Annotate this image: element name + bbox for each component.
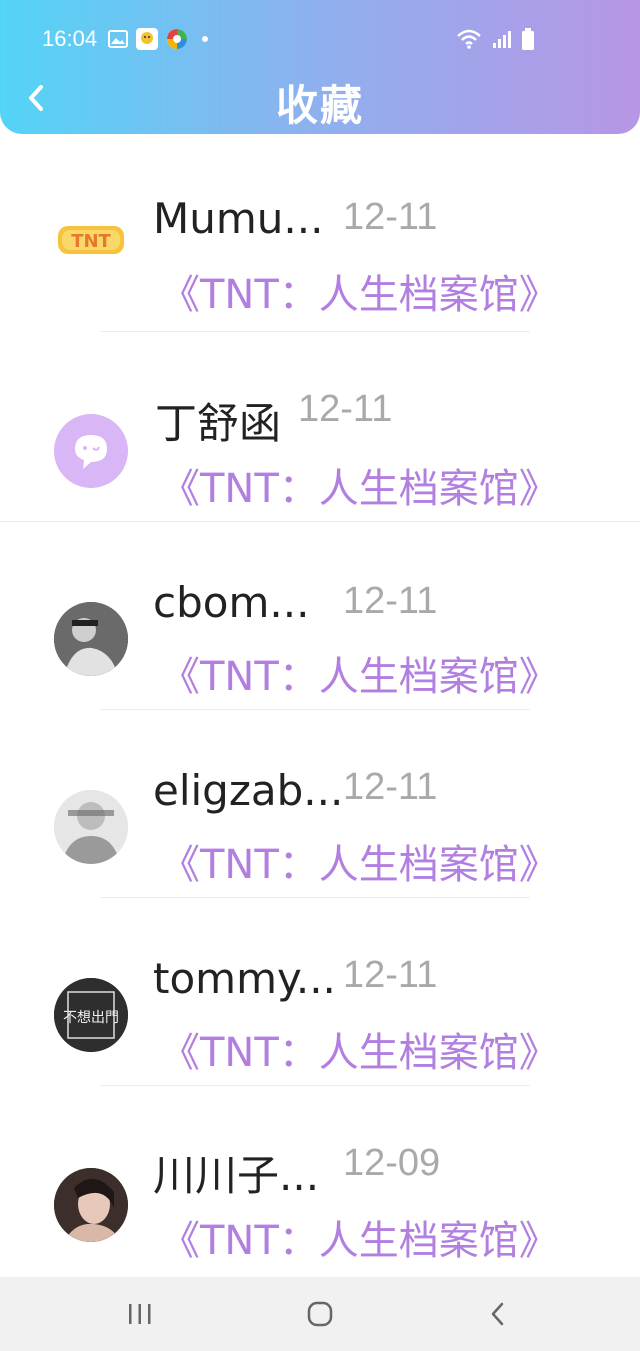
image-icon: [108, 30, 128, 48]
recent-apps-button[interactable]: [100, 1277, 180, 1351]
battery-icon: [522, 28, 534, 50]
home-icon: [307, 1301, 333, 1327]
avatar[interactable]: TNT: [54, 202, 128, 276]
item-name: 川川子...: [153, 1151, 320, 1200]
item-name: tommy...: [153, 954, 336, 1003]
list-item[interactable]: cbom... 12-11 《TNT：人生档案馆》: [0, 522, 640, 710]
item-date: 12-11: [298, 388, 393, 430]
item-date: 12-11: [343, 766, 438, 808]
item-link[interactable]: 《TNT：人生档案馆》: [160, 832, 559, 890]
status-system-icons: [456, 28, 534, 50]
item-link[interactable]: 《TNT：人生档案馆》: [160, 1208, 559, 1266]
system-navigation-bar: [0, 1277, 640, 1351]
item-name: Mumu...: [153, 194, 324, 243]
home-button[interactable]: [280, 1277, 360, 1351]
item-date: 12-11: [343, 196, 438, 238]
system-back-button[interactable]: [458, 1277, 538, 1351]
favorites-list: TNT Mumu... 12-11 《TNT：人生档案馆》 丁舒函 12-11 …: [0, 150, 640, 1278]
item-date: 12-09: [343, 1142, 441, 1184]
wifi-icon: [457, 29, 481, 49]
item-name: eligzab...: [153, 766, 344, 815]
poster-avatar-image: 不想出門: [54, 978, 128, 1052]
chat-app-icon: [136, 28, 158, 50]
avatar[interactable]: [54, 1168, 128, 1242]
list-item[interactable]: 川川子... 12-09 《TNT：人生档案馆》: [0, 1086, 640, 1278]
browser-app-icon: [167, 29, 187, 49]
recent-apps-icon: [129, 1304, 151, 1324]
svg-text:TNT: TNT: [71, 231, 111, 252]
list-item[interactable]: TNT Mumu... 12-11 《TNT：人生档案馆》: [0, 150, 640, 332]
item-link[interactable]: 《TNT：人生档案馆》: [160, 262, 559, 320]
list-item[interactable]: 丁舒函 12-11 《TNT：人生档案馆》: [0, 332, 640, 522]
user-photo-avatar-image: [54, 1168, 128, 1242]
item-date: 12-11: [343, 954, 438, 996]
back-arrow-icon: [491, 1302, 504, 1326]
list-item[interactable]: 不想出門 tommy... 12-11 《TNT：人生档案馆》: [0, 898, 640, 1086]
chat-bubble-icon: [75, 435, 107, 469]
item-date: 12-11: [343, 580, 438, 622]
list-item[interactable]: eligzab... 12-11 《TNT：人生档案馆》: [0, 710, 640, 898]
app-header: 16:04 收藏: [0, 0, 640, 134]
svg-text:不想出門: 不想出門: [63, 1010, 119, 1026]
status-notification-icons: [108, 28, 208, 50]
user-photo-avatar-image: [54, 790, 128, 864]
item-link[interactable]: 《TNT：人生档案馆》: [160, 456, 559, 514]
tnt-logo-avatar-image: TNT: [58, 226, 124, 254]
item-name: 丁舒函: [155, 399, 282, 448]
status-time: 16:04: [42, 26, 98, 51]
signal-icon: [493, 31, 511, 48]
avatar[interactable]: [54, 414, 128, 488]
item-link[interactable]: 《TNT：人生档案馆》: [160, 1020, 559, 1078]
item-name: cbom...: [153, 578, 310, 627]
avatar[interactable]: 不想出門: [54, 978, 128, 1052]
user-photo-avatar-image: [54, 602, 128, 676]
avatar[interactable]: [54, 602, 128, 676]
more-notifications-dot: [202, 36, 208, 42]
page-title: 收藏: [275, 81, 364, 130]
item-link[interactable]: 《TNT：人生档案馆》: [160, 644, 559, 702]
avatar[interactable]: [54, 790, 128, 864]
